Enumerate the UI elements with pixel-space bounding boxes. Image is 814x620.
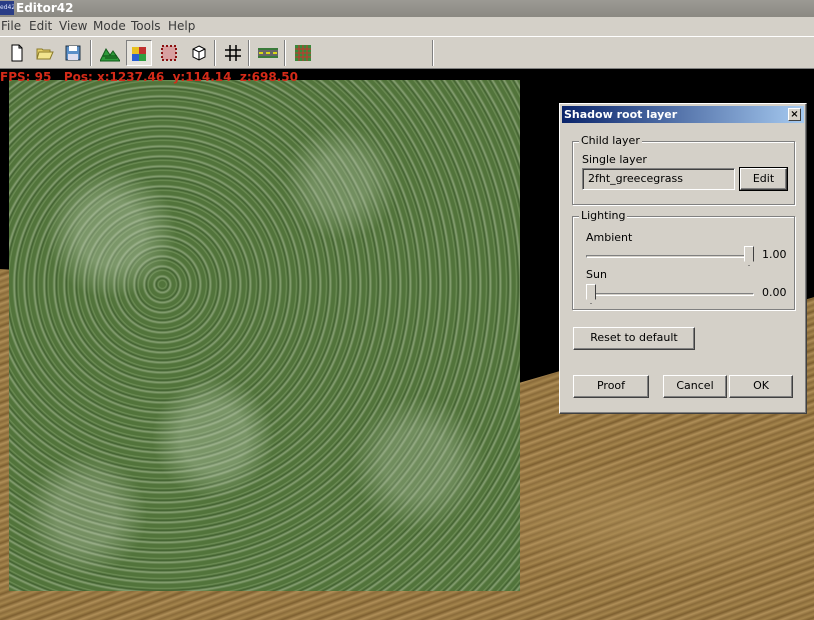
child-layer-group: Child layer Single layer 2fht_greecegras… [572, 134, 795, 205]
sun-slider-track[interactable] [586, 293, 754, 296]
close-button[interactable]: × [788, 108, 801, 121]
open-folder-icon [36, 48, 54, 60]
layer-name-field[interactable]: 2fht_greecegrass [582, 168, 735, 190]
terrain-icon [100, 48, 120, 62]
toolbar-separator [90, 40, 92, 66]
new-file-button[interactable] [4, 40, 30, 66]
menu-bar: File Edit View Mode Tools Help [0, 17, 814, 36]
ambient-slider-thumb[interactable] [744, 246, 754, 266]
cancel-button[interactable]: Cancel [663, 375, 727, 398]
sun-value: 0.00 [762, 286, 787, 299]
selection-button[interactable] [156, 40, 182, 66]
window-title: Editor42 [16, 1, 74, 15]
save-icon [65, 45, 81, 61]
save-button[interactable] [60, 40, 86, 66]
texture-preview-grass [9, 80, 520, 591]
toolbar-separator [284, 40, 286, 66]
ambient-slider-track[interactable] [586, 255, 754, 258]
selection-icon [161, 45, 177, 61]
texture-grid-button[interactable] [290, 40, 316, 66]
ambient-label: Ambient [586, 231, 633, 244]
texture-layer-icon [132, 47, 146, 61]
road-button[interactable] [254, 40, 280, 66]
ambient-value: 1.00 [762, 248, 787, 261]
menu-help[interactable]: Help [168, 17, 195, 36]
edit-button[interactable]: Edit [739, 167, 788, 191]
toolbar [0, 36, 814, 69]
texture-grid-icon [295, 45, 311, 61]
terrain-button[interactable] [96, 40, 122, 66]
open-button[interactable] [32, 40, 58, 66]
fps-readout: FPS: 95 [0, 70, 52, 84]
sun-label: Sun [586, 268, 607, 281]
proof-button[interactable]: Proof [573, 375, 649, 398]
road-icon [258, 48, 278, 58]
toolbar-separator [248, 40, 250, 66]
toolbar-separator [214, 40, 216, 66]
dialog-title: Shadow root layer [564, 108, 678, 121]
reset-to-default-button[interactable]: Reset to default [573, 327, 695, 350]
menu-file[interactable]: File [1, 17, 21, 36]
new-file-icon [11, 44, 23, 62]
toolbar-separator [432, 40, 434, 66]
menu-tools[interactable]: Tools [131, 17, 161, 36]
dialog-title-bar[interactable]: Shadow root layer × [562, 106, 804, 123]
ok-button[interactable]: OK [729, 375, 793, 398]
lighting-group: Lighting Ambient 1.00 Sun 0.00 [572, 209, 795, 310]
hud-readout: FPS: 95 Pos: x:1237.46 y:114.14 z:698.50 [0, 69, 298, 86]
close-icon: × [790, 109, 799, 120]
object-button[interactable] [186, 40, 212, 66]
lighting-group-label: Lighting [579, 209, 628, 223]
menu-mode[interactable]: Mode [93, 17, 126, 36]
title-bar[interactable]: ed42 Editor42 [0, 0, 814, 17]
texture-layer-button[interactable] [126, 40, 152, 66]
position-readout: Pos: x:1237.46 y:114.14 z:698.50 [63, 70, 298, 84]
app-icon: ed42 [0, 1, 14, 15]
menu-edit[interactable]: Edit [29, 17, 52, 36]
grid-button[interactable] [220, 40, 246, 66]
menu-view[interactable]: View [59, 17, 87, 36]
shadow-root-layer-dialog: Shadow root layer × Child layer Single l… [559, 103, 807, 414]
child-layer-group-label: Child layer [579, 134, 642, 148]
cube-icon [192, 45, 206, 61]
sun-slider-thumb[interactable] [586, 284, 596, 304]
layer-type-label: Single layer [582, 153, 647, 166]
grid-icon [225, 45, 241, 61]
